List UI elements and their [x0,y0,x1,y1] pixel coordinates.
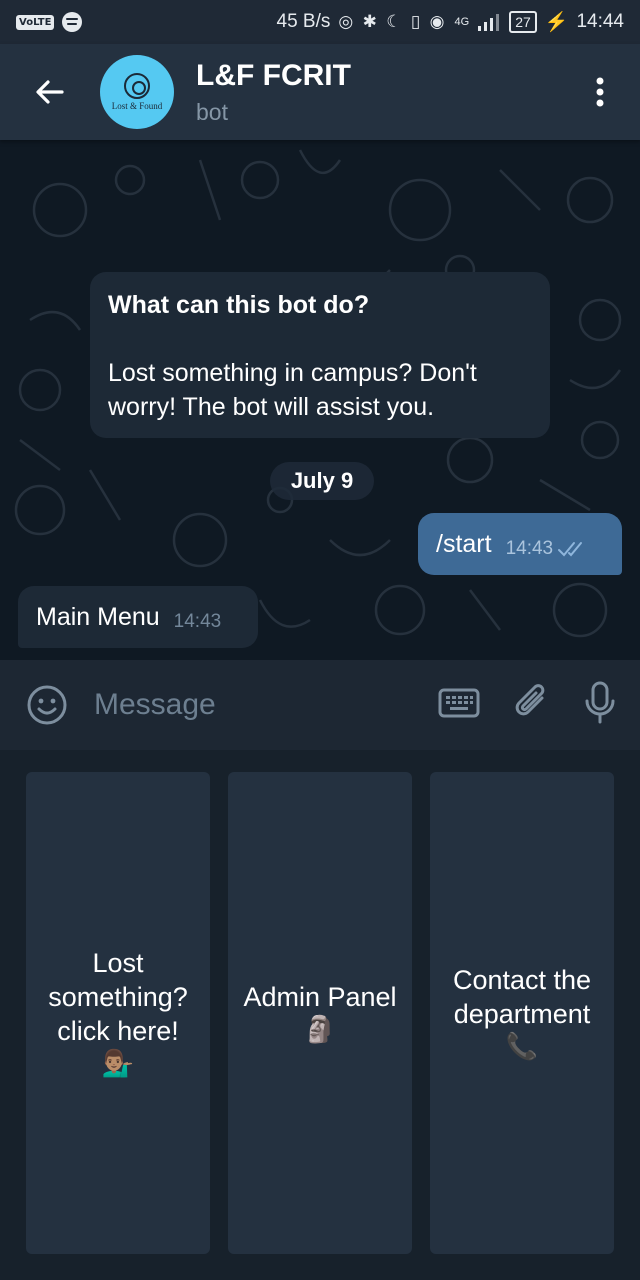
message-text: Main Menu [36,602,160,631]
bot-reply-keyboard: Lost something? click here! 💁🏽‍♂️ Admin … [0,750,640,1280]
status-time: 14:44 [576,11,624,32]
lost-something-button[interactable]: Lost something? click here! 💁🏽‍♂️ [26,772,210,1254]
message-composer [0,660,640,750]
compass-logo-icon [124,73,150,99]
outgoing-message[interactable]: /start 14:43 [418,513,622,575]
person-tipping-hand-icon: 💁🏽‍♂️ [101,1049,135,1079]
message-time: 14:43 [505,538,554,559]
message-input[interactable] [94,688,394,722]
smiley-icon [27,685,67,725]
message-list[interactable]: What can this bot do? Lost something in … [0,140,640,660]
button-label: Admin Panel [243,982,397,1012]
more-options-button[interactable] [560,44,640,140]
back-button[interactable] [0,44,100,140]
button-label: Lost something? click here! [48,948,188,1046]
bot-info-bubble: What can this bot do? Lost something in … [90,272,550,438]
date-separator: July 9 [270,462,374,500]
button-label: Contact the department [452,965,592,1029]
incoming-message[interactable]: Main Menu 14:43 [18,586,258,648]
network-type: 4G [454,16,470,28]
status-bar: VoLTE 45 B/s ◎ ✱ ☾ ▯ ◉ 4G 27 ⚡ 14:44 [0,0,640,44]
chat-subtitle: bot [196,98,228,125]
double-check-icon [558,542,583,557]
contact-department-button[interactable]: Contact the department 📞 [430,772,614,1254]
avatar-logo-text: Lost & Found [111,101,163,111]
attach-button[interactable] [512,682,552,729]
chat-title-block[interactable]: L&F FCRIT bot [196,59,351,126]
signal-icon [478,14,500,31]
bot-keyboard-button[interactable] [438,688,480,723]
volte-icon: VoLTE [16,14,55,30]
microphone-icon [585,681,615,723]
arrow-left-icon [36,80,64,104]
telephone-receiver-icon: 📞 [505,1032,539,1062]
message-time: 14:43 [173,611,222,632]
paperclip-icon [515,683,545,715]
emoji-button[interactable] [0,684,94,726]
chat-title: L&F FCRIT [196,58,351,92]
voice-message-button[interactable] [584,681,616,730]
bot-avatar[interactable]: Lost & Found [100,55,174,129]
keyboard-icon [438,688,480,717]
kebab-menu-icon [596,77,604,107]
battery-icon: 27 [509,11,537,33]
bot-info-title: What can this bot do? [108,291,370,319]
chat-header: Lost & Found L&F FCRIT bot [0,44,640,140]
admin-panel-button[interactable]: Admin Panel 🗿 [228,772,412,1254]
network-speed: 45 B/s [276,11,331,32]
moai-icon: 🗿 [303,1015,337,1045]
status-icons: ◎ ✱ ☾ ▯ ◉ [338,12,447,32]
spotify-icon [62,12,83,32]
charging-icon: ⚡ [544,12,569,33]
bot-info-description: Lost something in campus? Don't worry! T… [108,359,477,421]
message-text: /start [436,529,492,558]
